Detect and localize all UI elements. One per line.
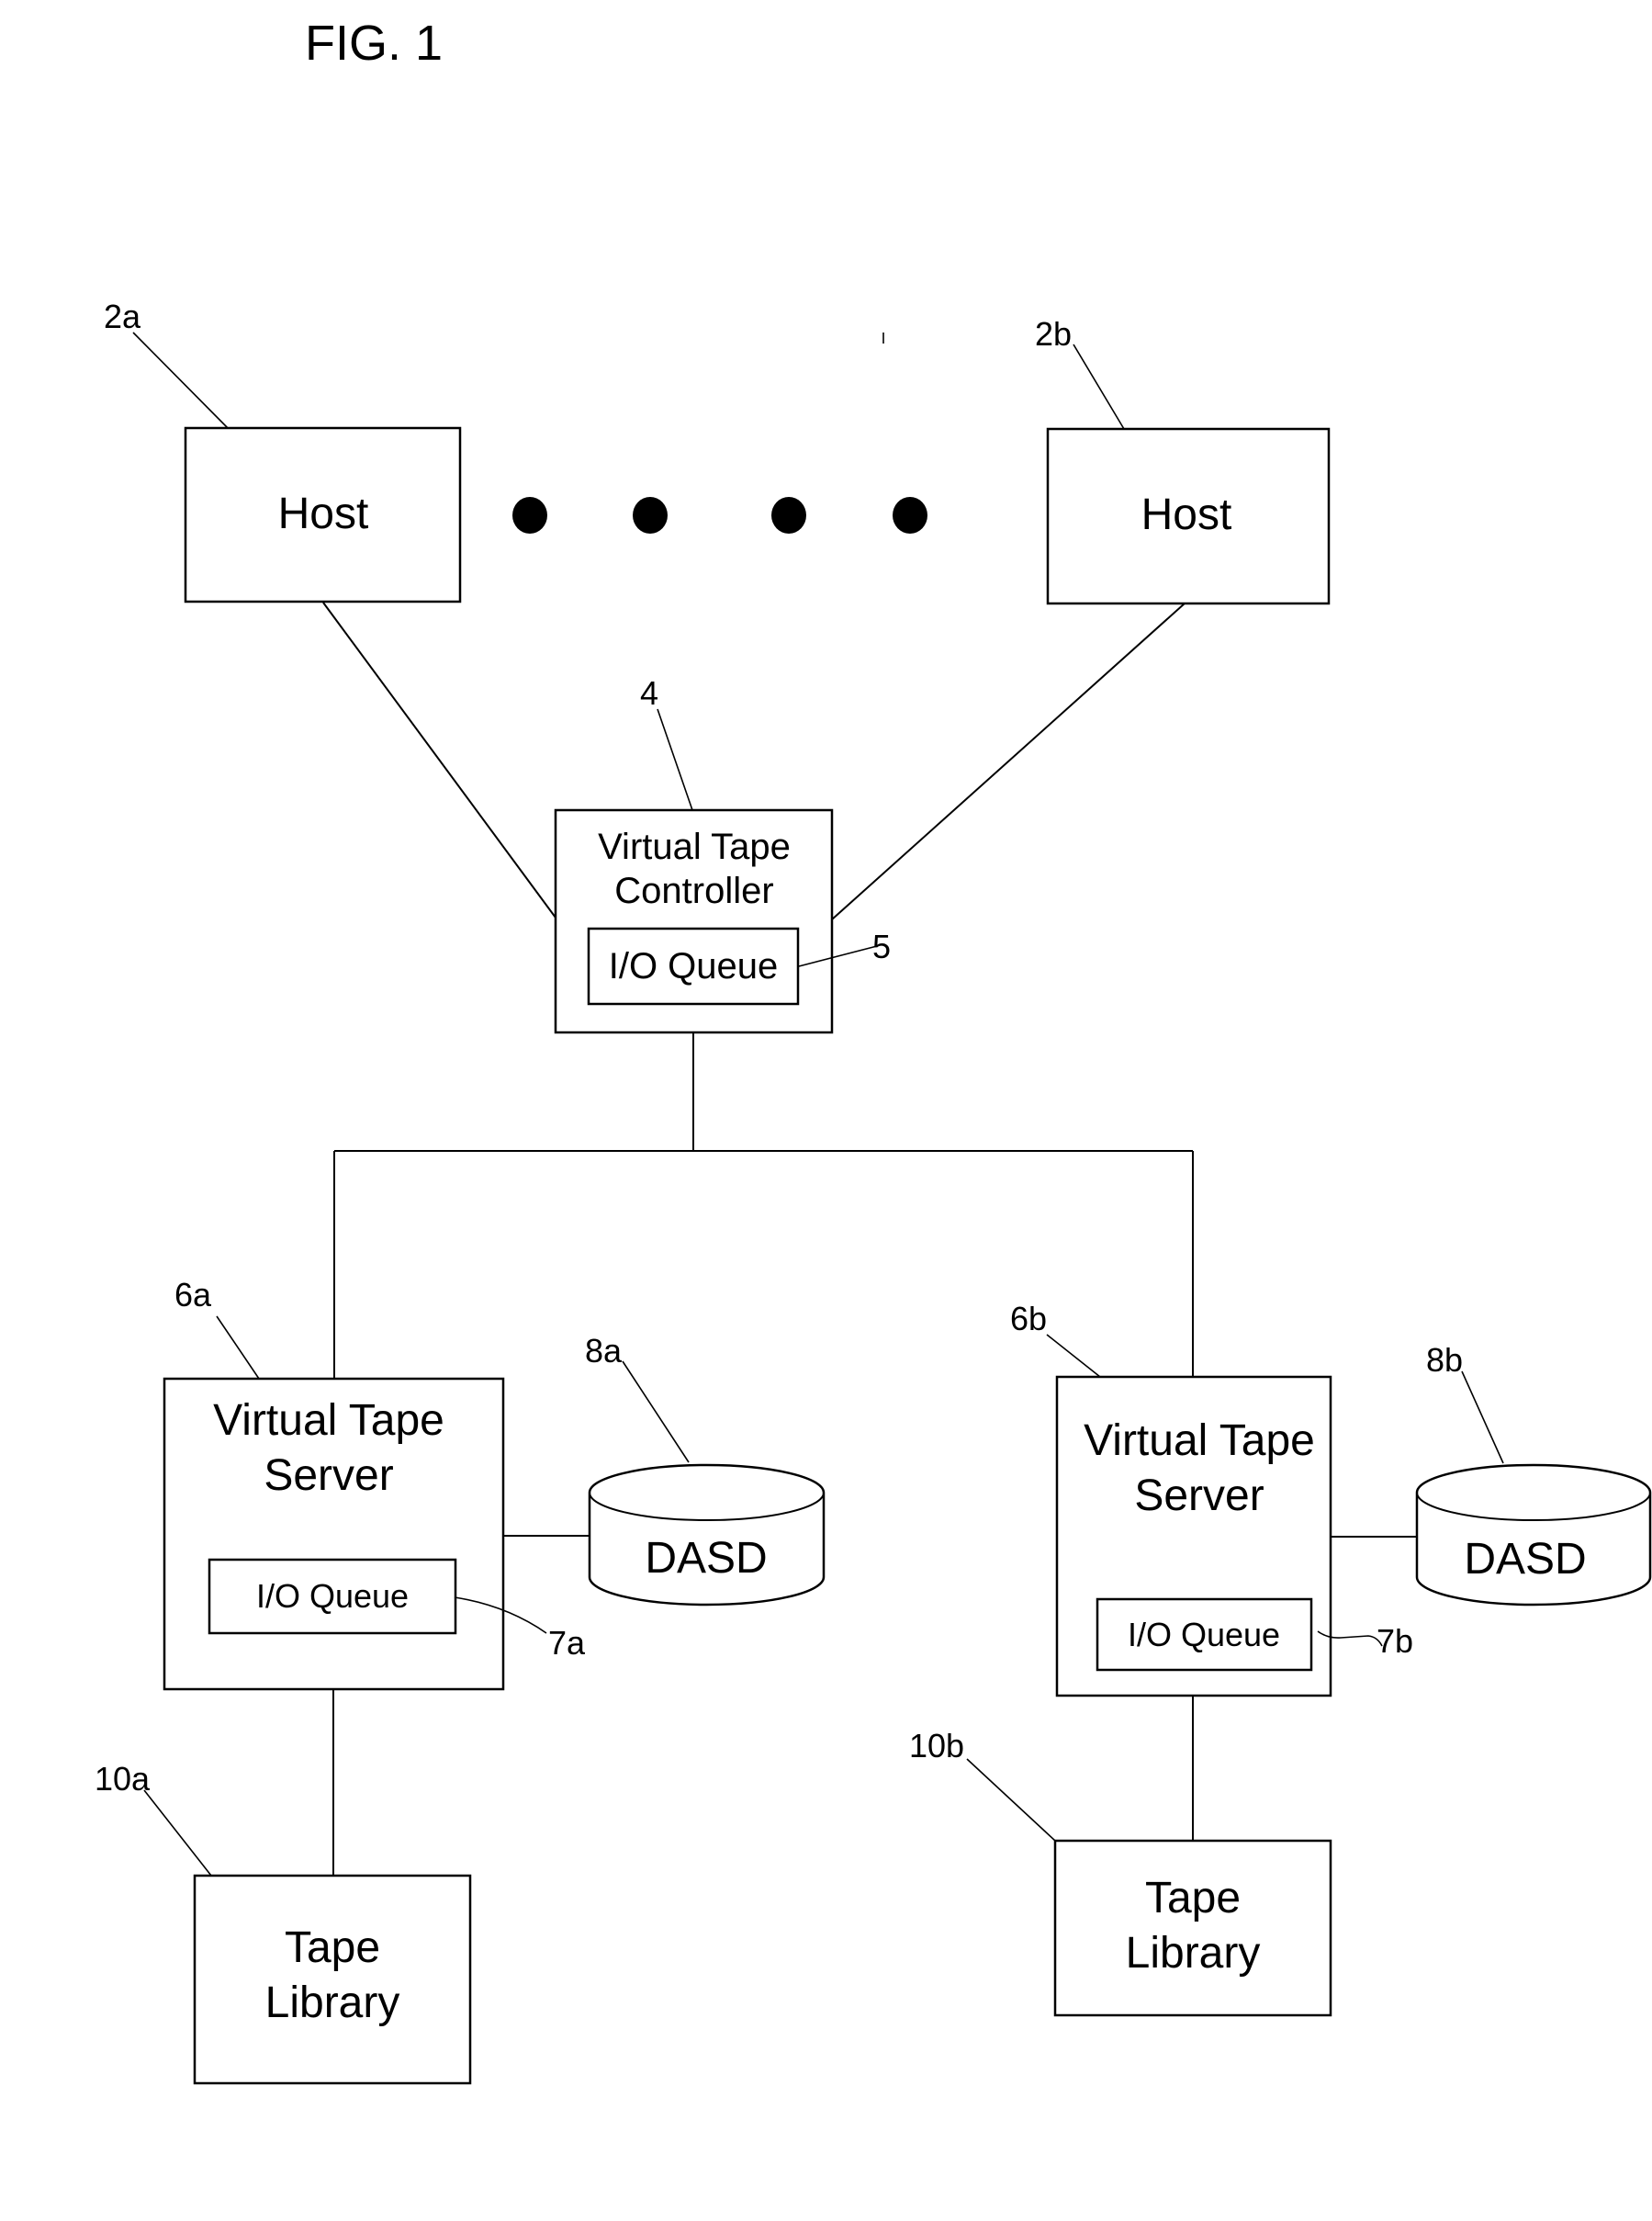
- host-label-2a: Host: [278, 490, 369, 538]
- server-io-queue-label-6b: I/O Queue: [1128, 1616, 1280, 1653]
- ellipsis-dot: [633, 497, 668, 534]
- ref-label-6b: 6b: [1010, 1300, 1047, 1337]
- library-box-10b: [1053, 1839, 1332, 2017]
- controller-label-line2: Controller: [614, 871, 773, 911]
- tape-library-10a: 10a Tape Library: [95, 1689, 472, 2085]
- ellipsis-dots: [512, 497, 927, 534]
- host-label-2b: Host: [1141, 490, 1232, 539]
- leader-2b: [1073, 344, 1125, 430]
- dasd-label-8b: DASD: [1464, 1535, 1586, 1584]
- ref-label-4: 4: [640, 674, 658, 712]
- ellipsis-dot: [893, 497, 927, 534]
- figure-canvas: FIG. 1 2a Host 2b Host 4 Virtual Tape Co…: [95, 16, 1652, 2085]
- ref-label-6a: 6a: [174, 1276, 212, 1313]
- connector-host-2b-to-controller: [831, 603, 1186, 920]
- connector-host-2a-to-controller: [322, 602, 556, 919]
- server-label-line1-6a: Virtual Tape: [213, 1396, 444, 1445]
- leader-8b: [1461, 1370, 1504, 1464]
- ellipsis-dot: [771, 497, 806, 534]
- virtual-tape-server-6a: 6a Virtual Tape Server I/O Queue 7a: [163, 1276, 586, 1691]
- host-2b: 2b Host: [1035, 315, 1331, 605]
- ref-label-2a: 2a: [104, 298, 141, 335]
- leader-10a: [143, 1789, 212, 1877]
- server-io-queue-label-6a: I/O Queue: [256, 1577, 409, 1615]
- library-label-line2-10a: Library: [265, 1979, 400, 2027]
- leader-2a: [132, 332, 229, 429]
- figure-title: FIG. 1: [305, 16, 443, 71]
- server-label-line2-6a: Server: [264, 1451, 393, 1500]
- ref-label-8a: 8a: [585, 1332, 623, 1370]
- server-label-line1-6b: Virtual Tape: [1084, 1416, 1315, 1465]
- leader-4: [657, 708, 693, 811]
- bus-connector: [333, 1032, 1194, 1379]
- ref-label-10a: 10a: [95, 1760, 151, 1798]
- ref-label-5: 5: [872, 928, 891, 965]
- ref-label-8b: 8b: [1426, 1341, 1463, 1379]
- library-label-line2-10b: Library: [1126, 1929, 1261, 1978]
- leader-6b: [1046, 1334, 1101, 1378]
- ref-label-10b: 10b: [909, 1727, 964, 1764]
- leader-8a: [622, 1360, 690, 1463]
- controller-io-queue-label: I/O Queue: [609, 946, 779, 986]
- tape-library-10b: 10b Tape Library: [909, 1696, 1332, 2017]
- dasd-8a: 8a DASD: [503, 1332, 826, 1607]
- leader-10b: [966, 1758, 1056, 1842]
- host-2a: 2a Host: [104, 298, 462, 603]
- virtual-tape-controller: 4 Virtual Tape Controller I/O Queue 5: [554, 674, 891, 1034]
- dasd-8b: 8b DASD: [1331, 1341, 1652, 1607]
- library-label-line1-10a: Tape: [285, 1923, 380, 1972]
- ellipsis-dot: [512, 497, 547, 534]
- ref-label-2b: 2b: [1035, 315, 1072, 353]
- controller-label-line1: Virtual Tape: [598, 827, 791, 867]
- ref-label-7a: 7a: [548, 1624, 586, 1662]
- virtual-tape-server-6b: 6b Virtual Tape Server I/O Queue 7b: [1010, 1300, 1413, 1697]
- library-label-line1-10b: Tape: [1145, 1874, 1241, 1922]
- server-label-line2-6b: Server: [1134, 1471, 1264, 1520]
- leader-6a: [216, 1315, 260, 1380]
- ref-label-7b: 7b: [1377, 1622, 1413, 1660]
- dasd-label-8a: DASD: [645, 1534, 767, 1583]
